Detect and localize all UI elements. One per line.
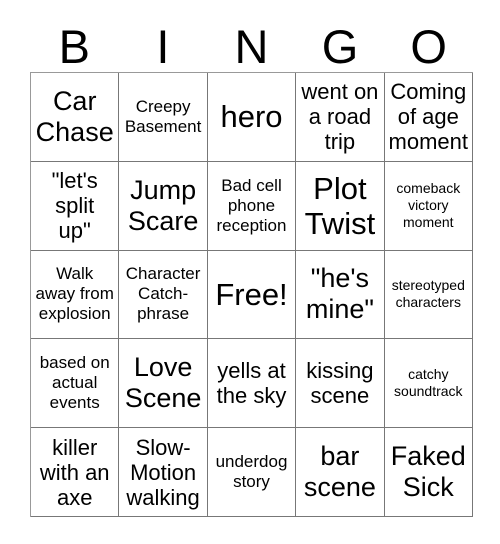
bingo-cell[interactable]: went on a road trip — [296, 73, 385, 162]
bingo-cell[interactable]: Plot Twist — [296, 161, 385, 251]
bingo-cell[interactable]: Faked Sick — [384, 428, 473, 517]
bingo-cell[interactable]: bar scene — [296, 428, 385, 517]
bingo-cell[interactable]: hero — [207, 73, 297, 162]
bingo-cell[interactable]: Walk away from explosion — [31, 250, 120, 340]
bingo-cell-label: underdog story — [215, 452, 288, 492]
header-letter-g: G — [321, 20, 359, 73]
bingo-cell-label: based on actual events — [39, 353, 110, 413]
header-letter-o: O — [410, 20, 447, 73]
bingo-cell[interactable]: based on actual events — [31, 339, 120, 429]
bingo-cell[interactable]: catchy soundtrack — [384, 339, 473, 429]
bingo-cell[interactable]: kissing scene — [296, 339, 385, 429]
bingo-cell-label: "he's mine" — [305, 263, 374, 325]
bingo-cell-label: kissing scene — [306, 358, 374, 409]
bingo-cell[interactable]: "he's mine" — [296, 250, 385, 340]
bingo-cell[interactable]: "let's split up" — [31, 161, 120, 251]
bingo-cell-label: "let's split up" — [51, 168, 98, 244]
bingo-cell[interactable]: killer with an axe — [31, 428, 120, 517]
bingo-cell-label: yells at the sky — [216, 358, 287, 409]
bingo-cell-label: Coming of age moment — [388, 79, 469, 155]
bingo-cell-label: catchy soundtrack — [394, 366, 463, 400]
bingo-cell-label: bar scene — [303, 441, 376, 503]
bingo-cell[interactable]: Character Catch- phrase — [119, 250, 208, 340]
bingo-cell-label: Character Catch- phrase — [125, 264, 201, 324]
bingo-cell[interactable]: comeback victory moment — [384, 161, 473, 251]
bingo-cell-label: Plot Twist — [304, 170, 376, 241]
bingo-cell-label: stereotyped characters — [391, 277, 465, 311]
bingo-cell-free[interactable]: Free! — [207, 250, 297, 340]
bingo-cell-label: Jump Scare — [127, 174, 199, 236]
bingo-cell-label: hero — [220, 99, 283, 135]
bingo-cell[interactable]: Creepy Basement — [119, 73, 208, 162]
bingo-cell[interactable]: underdog story — [207, 428, 297, 517]
bingo-cell[interactable]: Love Scene — [119, 339, 208, 429]
bingo-cell[interactable]: yells at the sky — [207, 339, 297, 429]
bingo-cell-label: Walk away from explosion — [35, 264, 114, 324]
bingo-cell[interactable]: Coming of age moment — [384, 73, 473, 162]
bingo-cell-label: Creepy Basement — [124, 96, 202, 136]
bingo-cell[interactable]: Car Chase — [31, 73, 120, 162]
bingo-cell-label: comeback victory moment — [396, 180, 461, 231]
bingo-cell-label: Love Scene — [124, 352, 202, 414]
bingo-cell-label: Faked Sick — [390, 441, 466, 503]
header-letter-i: I — [156, 20, 170, 73]
header-letter-b: B — [58, 20, 90, 73]
bingo-cell-label: went on a road trip — [301, 79, 379, 155]
bingo-header: B I N G O — [30, 18, 473, 72]
bingo-card: B I N G O Car Chase Creepy Basement hero… — [0, 0, 500, 544]
bingo-cell-label: Slow- Motion walking — [126, 434, 200, 510]
bingo-cell-label: Bad cell phone reception — [216, 175, 287, 235]
bingo-cell[interactable]: Jump Scare — [119, 161, 208, 251]
bingo-cell[interactable]: Bad cell phone reception — [207, 161, 297, 251]
header-letter-n: N — [234, 20, 269, 73]
bingo-cell[interactable]: stereotyped characters — [384, 250, 473, 340]
bingo-grid: Car Chase Creepy Basement hero went on a… — [30, 72, 473, 517]
bingo-cell[interactable]: Slow- Motion walking — [119, 428, 208, 517]
bingo-cell-label: Free! — [215, 276, 288, 312]
bingo-cell-label: Car Chase — [35, 85, 114, 147]
bingo-cell-label: killer with an axe — [39, 434, 110, 510]
